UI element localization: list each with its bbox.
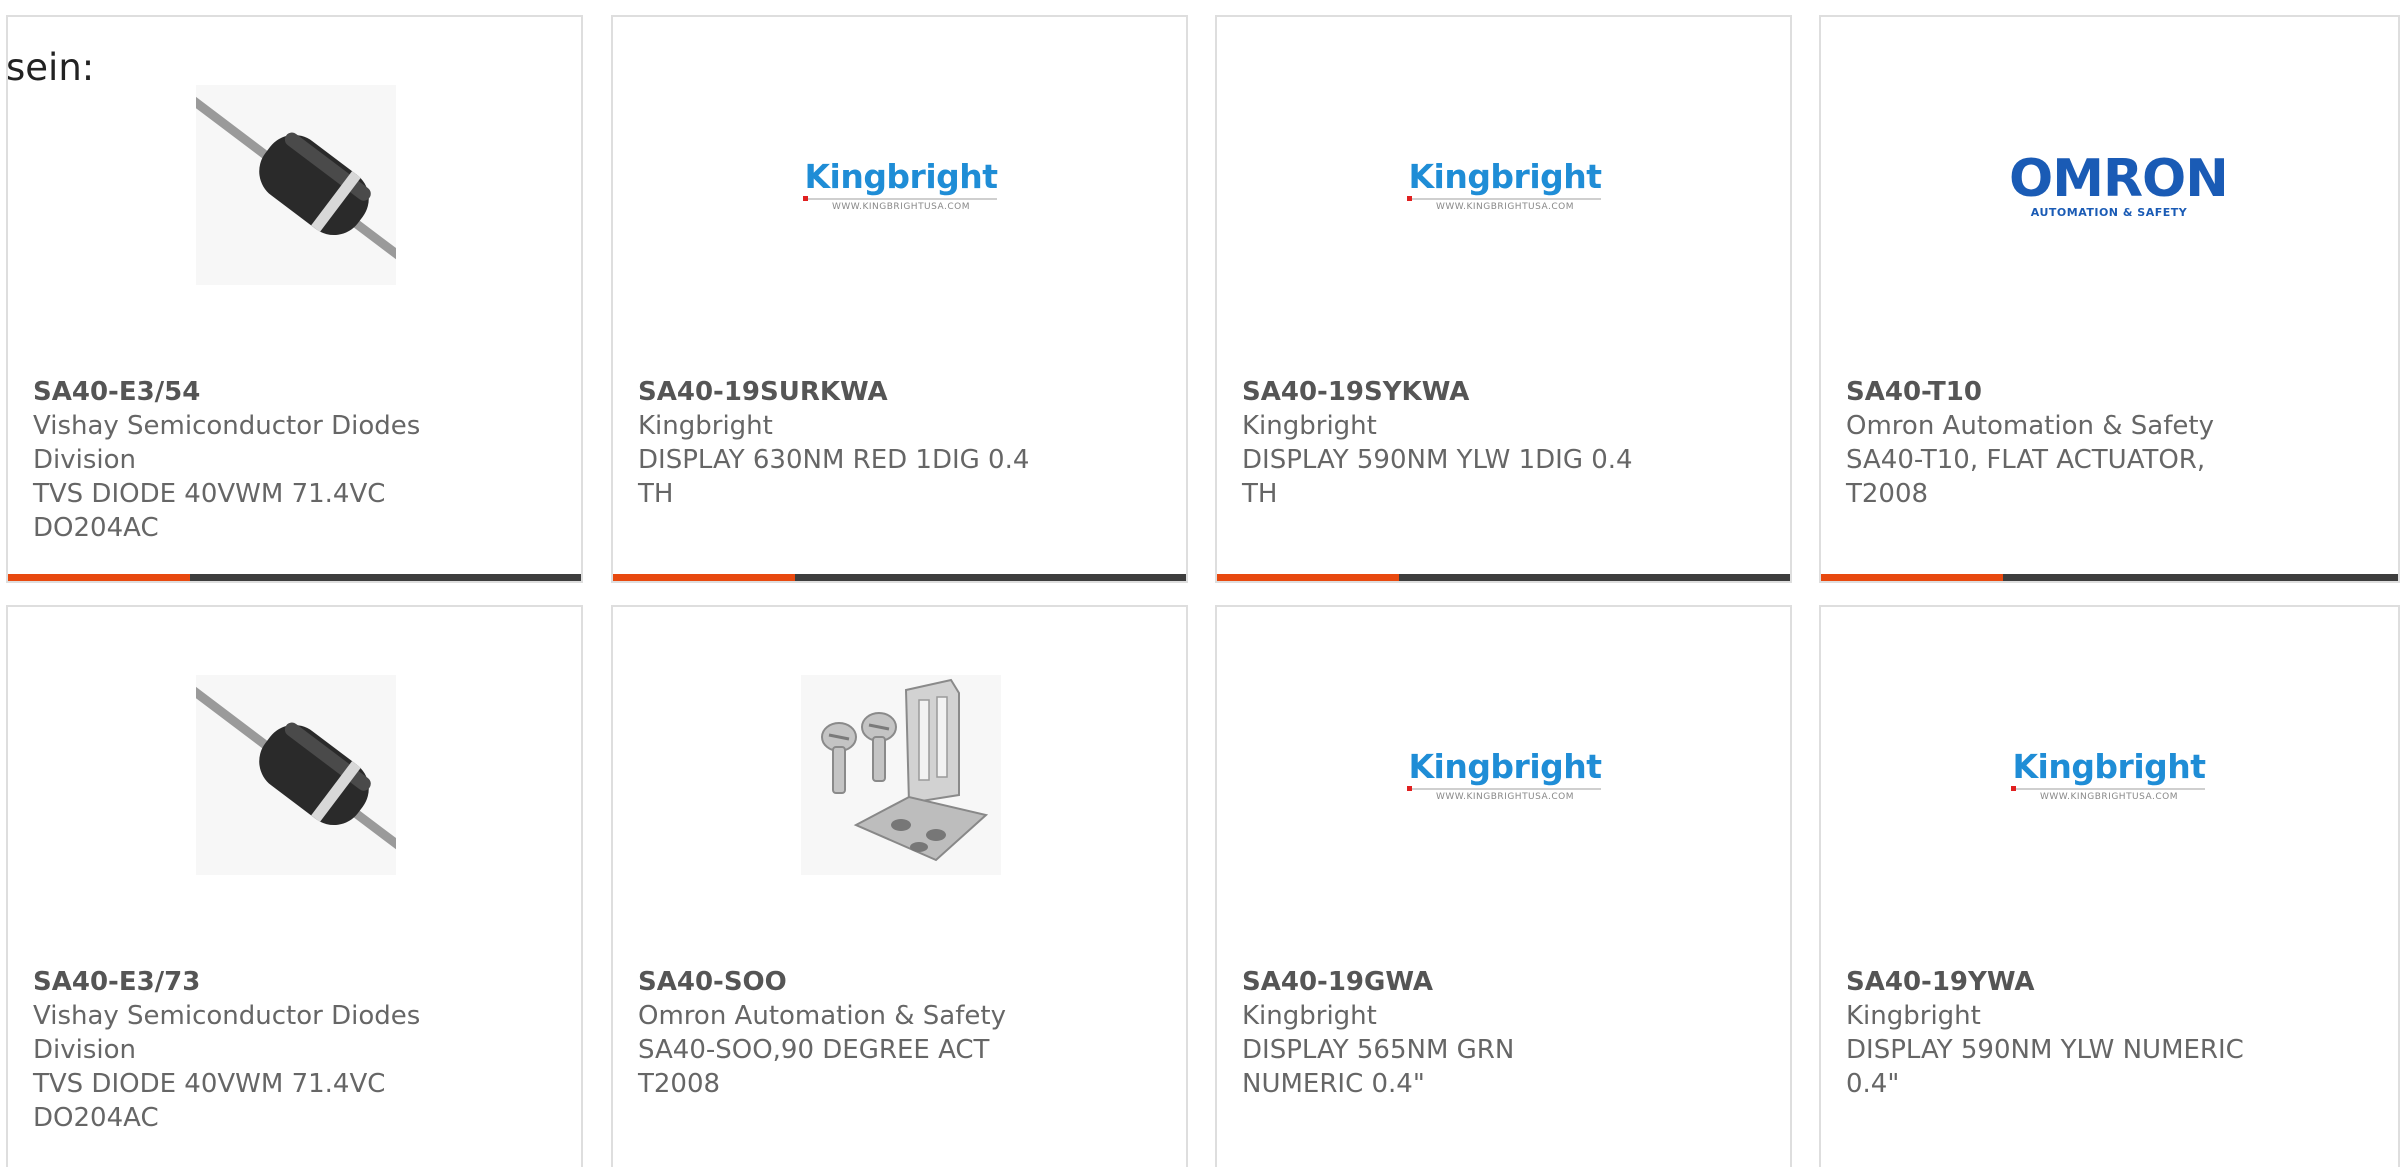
manufacturer-name: Kingbright [1846,1001,1981,1031]
product-info: SA40-19SYKWA Kingbright DISPLAY 590NM YL… [1242,375,1642,511]
product-grid-page: sein: SA40-E3/54 Vishay Semiconductor Di… [0,0,2400,1167]
omron-logo-tagline: AUTOMATION & SAFETY [2030,205,2188,219]
card-bottom-bar [1217,574,1790,581]
part-number-link[interactable]: SA40-19SURKWA [638,375,1038,409]
manufacturer-name: Kingbright [1242,411,1377,441]
card-bottom-bar [1821,574,2398,581]
product-description: SA40-T10, FLAT ACTUATOR, T2008 [1846,445,2206,509]
product-description: DISPLAY 565NM GRN NUMERIC 0.4" [1242,1035,1515,1099]
manufacturer-name: Omron Automation & Safety [1846,411,2214,441]
product-description: SA40-SOO,90 DEGREE ACT T2008 [638,1035,990,1099]
card-accent-bar [1821,574,2003,581]
intro-text: sein: [6,46,95,89]
product-image[interactable]: Kingbright WWW.KINGBRIGHTUSA.COM [2009,675,2209,875]
kingbright-logo-url: WWW.KINGBRIGHTUSA.COM [831,202,971,212]
product-card[interactable]: OMRON AUTOMATION & SAFETY SA40-T10 Omron… [1819,15,2400,583]
card-bottom-bar [8,574,581,581]
kingbright-logo: Kingbright WWW.KINGBRIGHTUSA.COM [1405,748,1605,802]
kingbright-logo-name: Kingbright [1408,747,1602,786]
product-info: SA40-E3/73 Vishay Semiconductor Diodes D… [33,965,433,1135]
manufacturer-name: Omron Automation & Safety [638,1001,1006,1031]
manufacturer-name: Kingbright [638,411,773,441]
part-number-link[interactable]: SA40-T10 [1846,375,2246,409]
kingbright-logo: Kingbright WWW.KINGBRIGHTUSA.COM [2009,748,2209,802]
card-accent-bar [613,574,795,581]
kingbright-logo-name: Kingbright [804,157,998,196]
omron-logo: OMRON AUTOMATION & SAFETY [2009,148,2229,219]
product-image[interactable]: Kingbright WWW.KINGBRIGHTUSA.COM [801,85,1001,285]
product-info: SA40-19YWA Kingbright DISPLAY 590NM YLW … [1846,965,2246,1101]
product-card[interactable]: Kingbright WWW.KINGBRIGHTUSA.COM SA40-19… [1215,605,1792,1167]
product-image[interactable]: Kingbright WWW.KINGBRIGHTUSA.COM [1405,675,1605,875]
axial-diode-icon [196,85,396,285]
part-number-link[interactable]: SA40-E3/73 [33,965,433,999]
manufacturer-name: Kingbright [1242,1001,1377,1031]
product-image[interactable] [196,85,396,285]
product-description: TVS DIODE 40VWM 71.4VC DO204AC [33,1069,386,1133]
product-description: DISPLAY 590NM YLW NUMERIC 0.4" [1846,1035,2244,1099]
manufacturer-name: Vishay Semiconductor Diodes Division [33,411,421,475]
axial-diode-icon [196,675,396,875]
kingbright-logo-name: Kingbright [1408,157,1602,196]
kingbright-logo-rule [1407,196,1601,201]
product-image[interactable]: Kingbright WWW.KINGBRIGHTUSA.COM [1405,85,1605,285]
product-info: SA40-19GWA Kingbright DISPLAY 565NM GRN … [1242,965,1642,1101]
card-accent-bar [1217,574,1399,581]
product-info: SA40-SOO Omron Automation & Safety SA40-… [638,965,1038,1101]
product-description: DISPLAY 590NM YLW 1DIG 0.4 TH [1242,445,1633,509]
kingbright-logo-url: WWW.KINGBRIGHTUSA.COM [1435,792,1575,802]
kingbright-logo: Kingbright WWW.KINGBRIGHTUSA.COM [801,158,1001,212]
part-number-link[interactable]: SA40-19SYKWA [1242,375,1642,409]
product-image[interactable] [196,675,396,875]
product-description: TVS DIODE 40VWM 71.4VC DO204AC [33,479,386,543]
product-card[interactable]: SA40-E3/54 Vishay Semiconductor Diodes D… [6,15,583,583]
product-card[interactable]: Kingbright WWW.KINGBRIGHTUSA.COM SA40-19… [1819,605,2400,1167]
product-card[interactable]: SA40-SOO Omron Automation & Safety SA40-… [611,605,1188,1167]
part-number-link[interactable]: SA40-E3/54 [33,375,433,409]
product-info: SA40-E3/54 Vishay Semiconductor Diodes D… [33,375,433,545]
actuator-bracket-icon [801,675,1001,875]
manufacturer-name: Vishay Semiconductor Diodes Division [33,1001,421,1065]
kingbright-logo-rule [2011,786,2205,791]
product-card[interactable]: SA40-E3/73 Vishay Semiconductor Diodes D… [6,605,583,1167]
omron-logo-name: OMRON [2009,148,2229,209]
kingbright-logo-rule [803,196,997,201]
product-image[interactable]: OMRON AUTOMATION & SAFETY [2009,85,2229,285]
part-number-link[interactable]: SA40-19GWA [1242,965,1642,999]
kingbright-logo-url: WWW.KINGBRIGHTUSA.COM [2039,792,2179,802]
kingbright-logo-name: Kingbright [2012,747,2206,786]
kingbright-logo-url: WWW.KINGBRIGHTUSA.COM [1435,202,1575,212]
card-bottom-bar [613,574,1186,581]
product-card[interactable]: Kingbright WWW.KINGBRIGHTUSA.COM SA40-19… [611,15,1188,583]
part-number-link[interactable]: SA40-SOO [638,965,1038,999]
product-image[interactable] [801,675,1001,875]
card-accent-bar [8,574,190,581]
product-description: DISPLAY 630NM RED 1DIG 0.4 TH [638,445,1030,509]
product-info: SA40-T10 Omron Automation & Safety SA40-… [1846,375,2246,511]
product-info: SA40-19SURKWA Kingbright DISPLAY 630NM R… [638,375,1038,511]
kingbright-logo: Kingbright WWW.KINGBRIGHTUSA.COM [1405,158,1605,212]
kingbright-logo-rule [1407,786,1601,791]
part-number-link[interactable]: SA40-19YWA [1846,965,2246,999]
product-card[interactable]: Kingbright WWW.KINGBRIGHTUSA.COM SA40-19… [1215,15,1792,583]
